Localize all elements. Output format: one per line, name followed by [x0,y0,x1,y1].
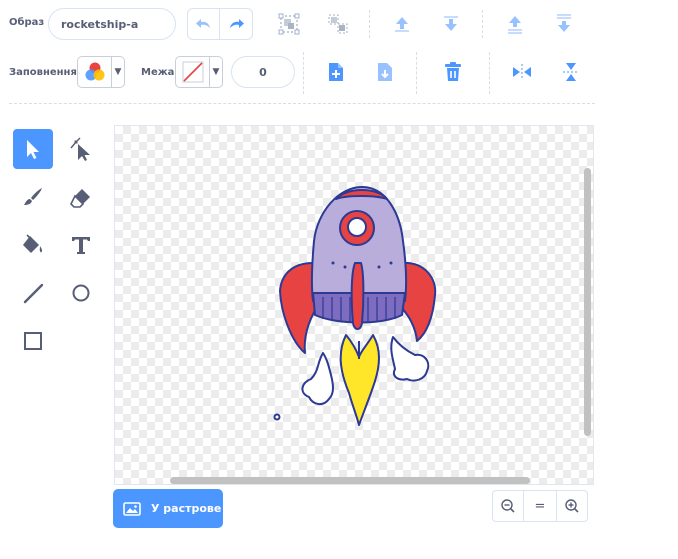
zoom-reset-label: = [534,498,546,514]
delete-icon [445,62,461,81]
circle-icon [72,284,90,302]
copy-icon [329,63,343,81]
undo-button[interactable] [187,8,220,40]
brush-icon [24,188,42,205]
toolbar-divider [9,103,595,104]
reshape-icon [70,137,90,161]
redo-button[interactable] [220,8,253,40]
text-icon [72,237,90,254]
paste-button[interactable] [371,58,399,86]
zoom-reset-button[interactable]: = [524,490,556,522]
outline-width-input[interactable] [231,56,295,88]
front-icon [508,16,522,34]
separator [416,52,417,94]
flip-vertical-button[interactable] [557,58,585,86]
line-icon [23,283,44,304]
horizontal-scrollbar[interactable] [170,477,530,484]
brush-tool[interactable] [13,177,53,217]
forward-icon [395,17,409,32]
forward-button[interactable] [388,10,416,38]
fill-icon [23,234,43,253]
separator [303,52,304,94]
image-icon [123,501,141,516]
rectangle-icon [24,332,42,350]
convert-to-bitmap-label: У растрове [151,502,222,515]
eraser-icon [70,189,90,208]
back-icon [557,14,571,32]
flip-horizontal-icon [513,64,531,80]
chevron-down-icon: ▼ [212,67,220,77]
rocket-costume[interactable] [115,126,594,485]
undo-icon [195,19,210,28]
fill-swatch [78,57,112,87]
reshape-tool[interactable] [61,129,101,169]
color-palette-icon [85,62,104,81]
circle-tool[interactable] [61,273,101,313]
convert-to-bitmap-button[interactable]: У растрове [113,489,223,528]
backward-button[interactable] [437,10,465,38]
select-tool[interactable] [13,129,53,169]
ungroup-button[interactable] [324,10,352,38]
paint-canvas[interactable] [114,125,594,485]
separator [489,52,490,94]
no-color-icon [182,61,203,83]
outline-color-dropdown[interactable]: ▼ [175,56,223,88]
zoom-out-icon [501,499,515,513]
costume-name-input[interactable] [48,8,176,40]
group-icon [278,13,300,35]
group-button[interactable] [275,10,303,38]
select-icon [27,140,39,159]
back-button[interactable] [550,10,578,38]
zoom-in-icon [565,499,579,513]
fill-label: Заповнення [9,67,77,78]
delete-button[interactable] [439,58,467,86]
line-tool[interactable] [13,273,53,313]
fill-color-dropdown[interactable]: ▼ [77,56,125,88]
flip-horizontal-button[interactable] [508,58,536,86]
costume-label: Образ [9,17,45,28]
vertical-scrollbar[interactable] [584,168,591,436]
rectangle-tool[interactable] [13,321,53,361]
redo-icon [230,19,244,28]
separator [369,10,370,38]
fill-tool[interactable] [13,225,53,265]
chevron-down-icon: ▼ [114,67,122,77]
paste-icon [378,63,392,81]
copy-button[interactable] [322,58,350,86]
undo-redo-group [187,8,253,40]
eraser-tool[interactable] [61,177,101,217]
text-tool[interactable] [61,225,101,265]
ungroup-icon [328,14,348,34]
flip-vertical-icon [563,63,579,81]
front-button[interactable] [501,10,529,38]
backward-icon [444,16,458,31]
zoom-in-button[interactable] [556,490,588,522]
outline-label: Межа [141,67,175,78]
zoom-out-button[interactable] [492,490,524,522]
separator [482,10,483,38]
outline-swatch [176,57,210,87]
